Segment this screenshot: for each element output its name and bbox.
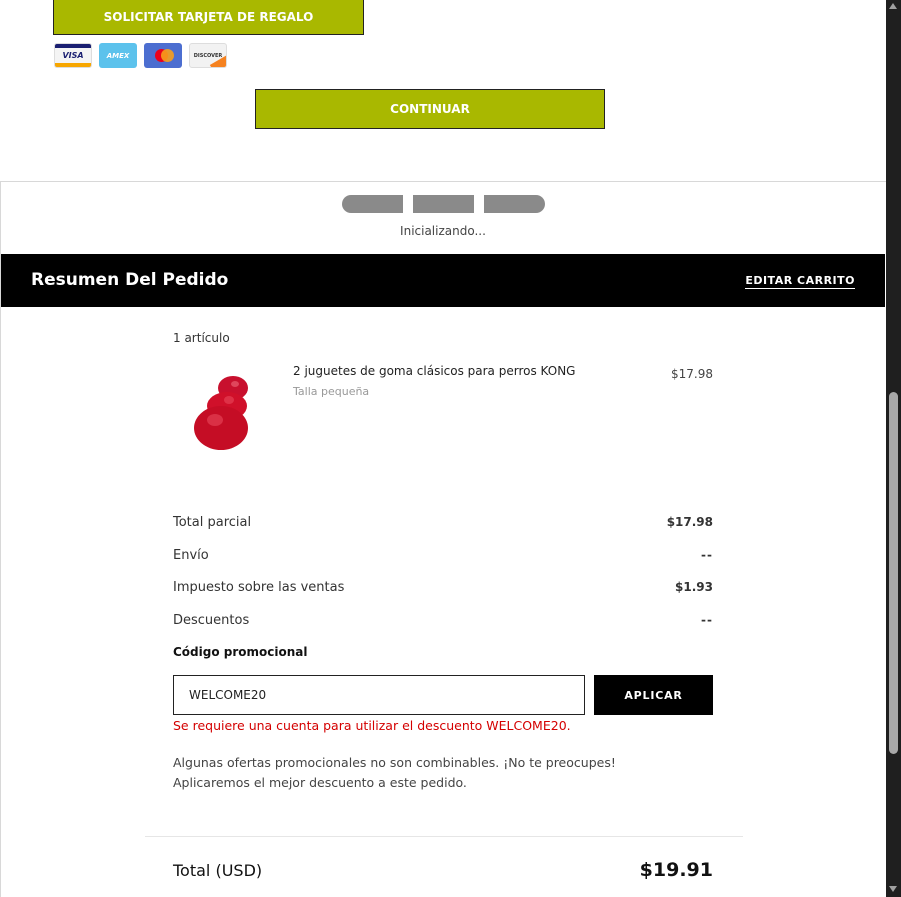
apply-promo-button[interactable]: APLICAR (594, 675, 713, 715)
checkout-content: SOLICITAR TARJETA DE REGALO VISA AMEX DI… (0, 0, 886, 897)
product-name: 2 juguetes de goma clásicos para perros … (293, 364, 576, 378)
loading-text: Inicializando... (400, 224, 486, 238)
tax-label: Impuesto sobre las ventas (173, 580, 345, 595)
edit-cart-link[interactable]: EDITAR CARRITO (745, 274, 855, 289)
product-variant: Talla pequeña (293, 385, 370, 398)
discover-card-icon: DISCOVER (189, 43, 227, 68)
tax-row: Impuesto sobre las ventas $1.93 (173, 580, 713, 595)
total-label: Total (USD) (173, 861, 263, 880)
item-count: 1 artículo (173, 331, 230, 345)
promo-code-label: Código promocional (173, 645, 308, 659)
checkout-page: SOLICITAR TARJETA DE REGALO VISA AMEX DI… (0, 0, 901, 897)
product-image[interactable] (185, 370, 265, 460)
scroll-thumb[interactable] (889, 392, 898, 754)
section-divider (0, 181, 886, 182)
order-summary-title: Resumen Del Pedido (31, 270, 229, 290)
subtotal-row: Total parcial $17.98 (173, 515, 713, 530)
payment-cards: VISA AMEX DISCOVER (54, 43, 227, 68)
loading-skeleton (342, 195, 545, 213)
scroll-up-arrow-icon[interactable] (889, 3, 897, 9)
tax-value: $1.93 (675, 580, 713, 594)
mastercard-icon (144, 43, 182, 68)
shipping-label: Envío (173, 548, 209, 563)
request-gift-card-button[interactable]: SOLICITAR TARJETA DE REGALO (53, 0, 364, 35)
promo-code-input[interactable] (173, 675, 585, 715)
shipping-row: Envío -- (173, 548, 713, 563)
promo-note: Algunas ofertas promocionales no son com… (173, 755, 616, 790)
visa-card-icon: VISA (54, 43, 92, 68)
continue-button[interactable]: CONTINUAR (255, 89, 605, 129)
amex-card-icon: AMEX (99, 43, 137, 68)
discounts-row: Descuentos -- (173, 613, 713, 628)
shipping-value: -- (701, 548, 713, 562)
vertical-scrollbar[interactable] (886, 0, 901, 897)
subtotal-label: Total parcial (173, 515, 252, 530)
scroll-down-arrow-icon[interactable] (889, 886, 897, 892)
total-divider (145, 836, 743, 837)
skeleton-block (413, 195, 474, 213)
mastercard-yellow-circle (161, 49, 174, 62)
skeleton-block (342, 195, 403, 213)
order-summary-header: Resumen Del Pedido EDITAR CARRITO (1, 254, 885, 307)
subtotal-value: $17.98 (666, 515, 713, 529)
promo-error-message: Se requiere una cuenta para utilizar el … (173, 718, 571, 733)
discounts-label: Descuentos (173, 613, 250, 628)
total-value: $19.91 (639, 859, 713, 881)
skeleton-block (484, 195, 545, 213)
discounts-value: -- (701, 613, 713, 627)
product-price: $17.98 (671, 367, 713, 381)
